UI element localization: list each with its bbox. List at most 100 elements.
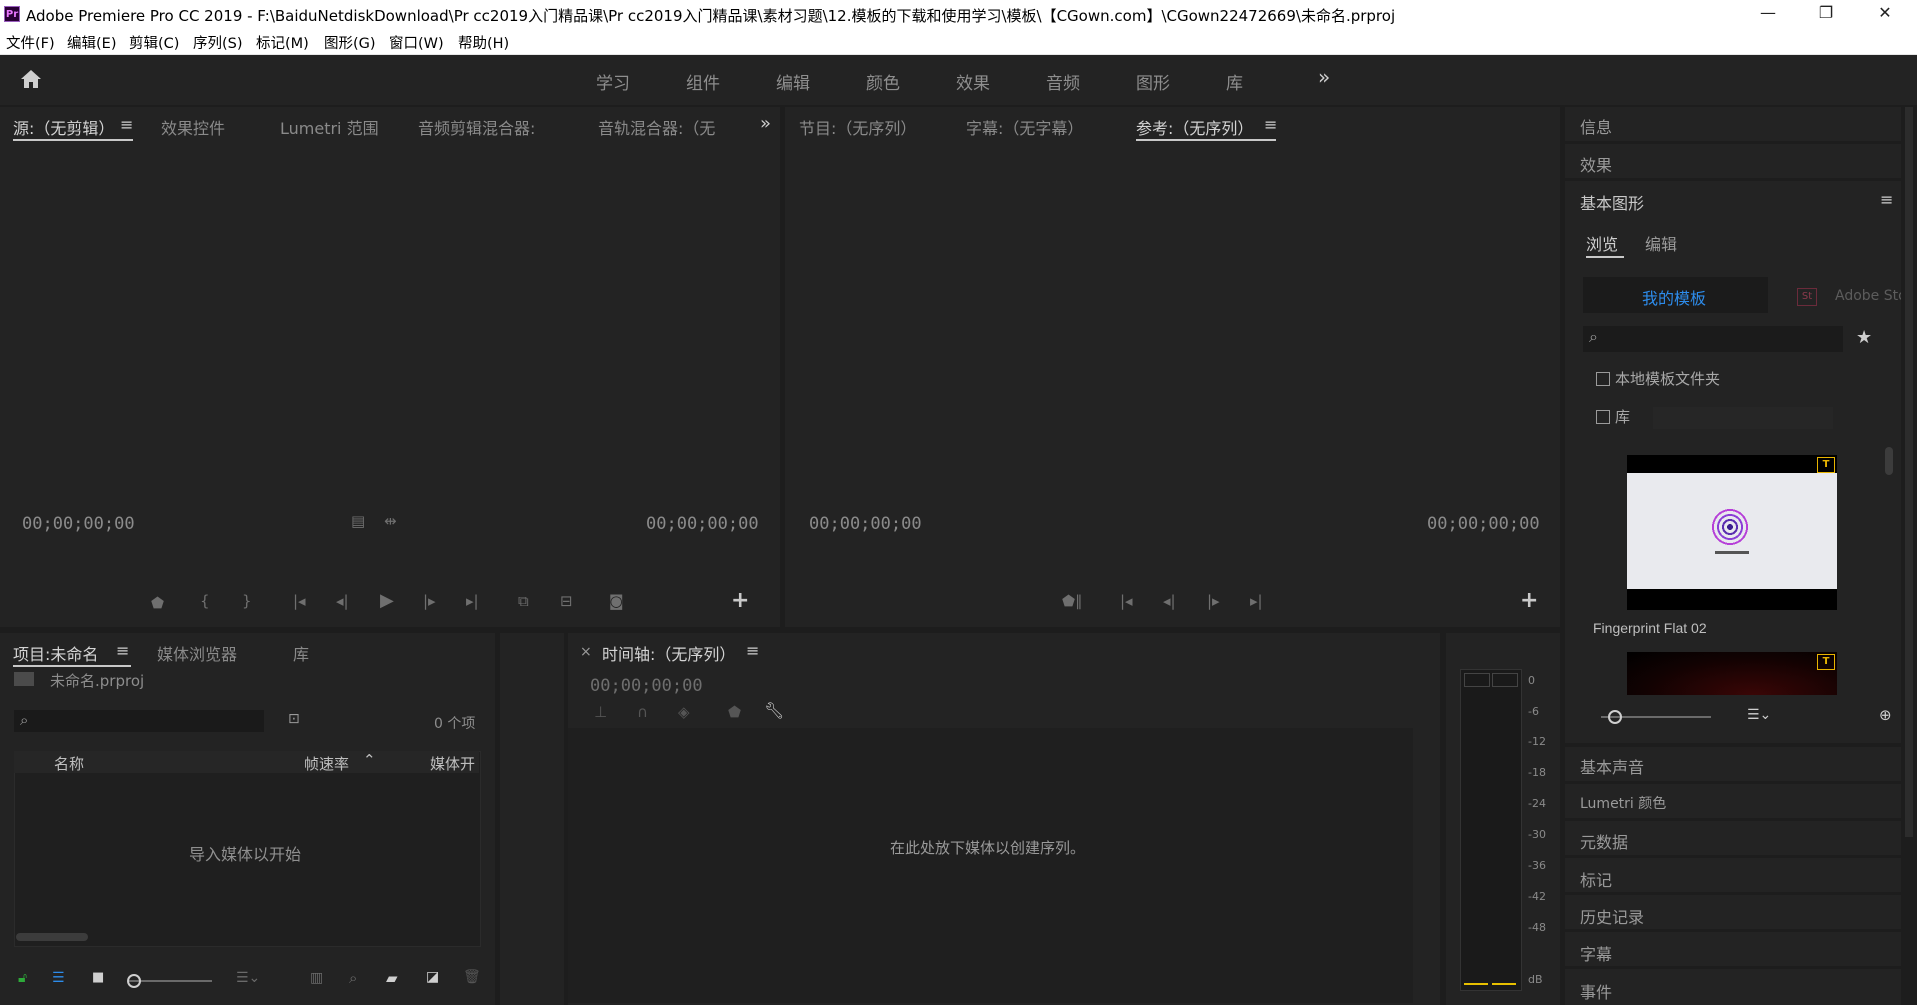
step-forward-icon[interactable]: |▸ [423,592,436,610]
template-scrollbar[interactable] [1885,447,1893,475]
panel-header-effects[interactable]: 效果 [1580,152,1612,176]
panel-header-essential-graphics[interactable]: 基本图形 [1580,190,1644,214]
home-icon[interactable] [20,69,42,89]
tab-reference[interactable]: 参考:（无序列） [1136,115,1253,139]
snap-icon[interactable]: ∩ [637,703,648,721]
timeline-timecode[interactable]: 00;00;00;00 [590,676,703,696]
local-folder-checkbox[interactable] [1596,372,1610,386]
panel-menu-icon[interactable]: ≡ [1264,115,1277,134]
insert-icon[interactable]: ⧉ [518,592,529,610]
lock-icon[interactable]: 🔓︎ [18,970,27,986]
mark-in-icon[interactable]: { [200,592,210,610]
workspace-tab-graphics[interactable]: 图形 [1136,69,1170,94]
right-panel-scrollbar-track[interactable] [1905,107,1913,837]
go-to-in-icon[interactable]: |◂ [293,592,306,610]
new-search-bin-icon[interactable]: ⊡ [288,711,300,727]
menu-graphics[interactable]: 图形(G) [324,32,376,53]
tab-lumetri-scopes[interactable]: Lumetri 范围 [280,115,379,139]
close-panel-button[interactable]: × [580,644,592,660]
menu-marker[interactable]: 标记(M) [256,32,309,53]
overwrite-icon[interactable]: ⊟ [560,592,573,610]
linked-selection-icon[interactable]: ◈ [678,703,690,721]
add-marker-icon[interactable]: ⬟ [151,594,164,612]
add-marker-icon[interactable]: ⬟ [728,703,741,721]
workspace-tab-audio[interactable]: 音频 [1046,69,1080,94]
close-button[interactable]: ✕ [1862,3,1908,25]
more-tabs-button[interactable]: » [760,113,771,134]
tab-audio-clip-mixer[interactable]: 音频剪辑混合器: [418,115,535,139]
menu-file[interactable]: 文件(F) [6,32,55,53]
my-templates-label[interactable]: 我的模板 [1642,285,1706,309]
column-media-start[interactable]: 媒体开 [430,753,475,774]
workspace-tab-color[interactable]: 颜色 [866,69,900,94]
menu-help[interactable]: 帮助(H) [458,32,509,53]
icon-view-icon[interactable]: ■ [92,970,104,985]
template-thumbnail[interactable]: T [1627,652,1837,695]
wrench-icon[interactable]: 🔧︎ [764,701,784,720]
play-icon[interactable]: ▶ [380,590,394,611]
workspace-tab-editing[interactable]: 编辑 [776,69,810,94]
zoom-slider-handle[interactable] [127,974,141,988]
subtab-browse[interactable]: 浏览 [1586,231,1618,255]
panel-header-events[interactable]: 事件 [1580,979,1612,1003]
export-frame-icon[interactable]: ◙ [609,592,624,610]
menu-sequence[interactable]: 序列(S) [193,32,243,53]
thumbnail-size-handle[interactable] [1608,710,1622,724]
workspace-tab-libraries[interactable]: 库 [1226,69,1243,94]
maximize-button[interactable]: ❐ [1803,3,1849,25]
new-item-icon[interactable]: ◪ [426,969,439,985]
panel-header-essential-sound[interactable]: 基本声音 [1580,754,1644,778]
tab-timeline[interactable]: 时间轴:（无序列） [602,641,735,665]
step-back-icon[interactable]: ◂| [336,592,349,610]
panel-header-info[interactable]: 信息 [1580,114,1612,138]
tab-project[interactable]: 项目:未命名 [13,641,98,665]
automate-to-sequence-icon[interactable]: ▥ [310,970,323,986]
tab-captions[interactable]: 字幕:（无字幕） [966,115,1083,139]
go-to-out-icon[interactable]: ▸| [1250,592,1263,610]
workspace-more-button[interactable]: » [1318,65,1330,89]
source-timecode-current[interactable]: 00;00;00;00 [22,514,135,534]
library-select[interactable] [1653,407,1833,429]
button-editor-plus-button[interactable]: + [731,588,749,613]
find-icon[interactable]: ⌕ [349,969,357,987]
info-panel-header[interactable] [1565,107,1901,141]
panel-menu-icon[interactable]: ≡ [746,641,759,660]
sort-menu-icon[interactable]: ☰⌄ [1747,707,1771,723]
go-to-out-icon[interactable]: ▸| [466,592,479,610]
template-thumbnail[interactable]: T [1627,455,1837,610]
add-marker-icon[interactable]: ⬟∥ [1062,592,1083,610]
tab-program[interactable]: 节目:（无序列） [799,115,916,139]
panel-menu-icon[interactable]: ≡ [120,115,133,134]
panel-header-lumetri-color[interactable]: Lumetri 颜色 [1580,793,1666,813]
panel-header-markers[interactable]: 标记 [1580,867,1612,891]
tab-effect-controls[interactable]: 效果控件 [161,115,225,139]
events-panel-header[interactable] [1565,969,1901,1005]
program-timecode-current[interactable]: 00;00;00;00 [809,514,922,534]
tab-media-browser[interactable]: 媒体浏览器 [157,641,237,665]
new-bin-icon[interactable]: ▰ [386,969,398,987]
sort-icons-icon[interactable]: ☰⌄ [236,970,260,986]
project-search-input[interactable] [14,710,264,732]
panel-menu-icon[interactable]: ≡ [116,641,129,660]
mark-out-icon[interactable]: } [242,592,252,610]
tab-audio-track-mixer[interactable]: 音轨混合器:（无 [598,115,715,139]
panel-header-history[interactable]: 历史记录 [1580,904,1644,928]
column-frame-rate[interactable]: 帧速率 [304,753,349,774]
workspace-tab-learning[interactable]: 学习 [596,69,630,94]
trash-icon[interactable]: 🗑︎ [463,969,481,985]
menu-window[interactable]: 窗口(W) [389,32,444,53]
drag-video-icon[interactable]: ▤ [351,512,365,530]
subtab-edit[interactable]: 编辑 [1645,231,1677,255]
adobe-stock-tab[interactable]: Adobe Sto [1835,288,1901,304]
list-view-icon[interactable]: ☰ [52,970,65,986]
go-to-in-icon[interactable]: |◂ [1120,592,1133,610]
column-name[interactable]: 名称 [54,753,84,774]
favorite-star-icon[interactable]: ★ [1856,327,1872,348]
button-editor-plus-button[interactable]: + [1520,588,1538,613]
tab-source[interactable]: 源:（无剪辑） [13,115,114,139]
markers-panel-header[interactable] [1565,858,1901,892]
library-checkbox[interactable] [1596,410,1610,424]
panel-header-metadata[interactable]: 元数据 [1580,829,1628,853]
step-forward-icon[interactable]: |▸ [1207,592,1220,610]
tab-libraries[interactable]: 库 [293,641,309,665]
